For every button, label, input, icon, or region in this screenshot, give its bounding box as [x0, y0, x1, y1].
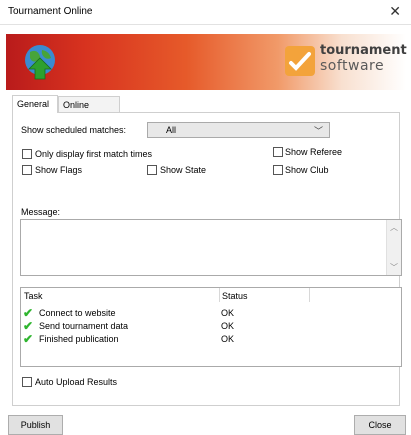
show-scheduled-label: Show scheduled matches:	[21, 125, 127, 135]
show-state-label: Show State	[160, 165, 207, 175]
show-flags-label: Show Flags	[35, 165, 83, 175]
show-club-label: Show Club	[285, 165, 329, 175]
brand-line-1: tournament	[320, 43, 407, 58]
tab-general[interactable]: General	[12, 95, 58, 113]
show-referee-label: Show Referee	[285, 147, 343, 157]
tab-online-results[interactable]: Online Results	[58, 96, 120, 126]
task-column-header: Task	[24, 291, 43, 301]
tournament-software-logo-mark	[285, 46, 315, 76]
status-column-header: Status	[222, 291, 248, 301]
message-label: Message:	[21, 207, 61, 217]
column-divider	[309, 288, 310, 302]
auto-upload-label: Auto Upload Results	[35, 377, 118, 387]
tournament-software-logo: tournament software	[284, 43, 407, 79]
task-name: Send tournament data	[39, 321, 129, 331]
table-row: ✔ Connect to website OK	[21, 306, 401, 320]
message-textarea[interactable]: ︿ ﹀	[20, 219, 402, 276]
task-status: OK	[221, 334, 235, 344]
task-status: OK	[221, 308, 235, 318]
publish-button[interactable]: Publish	[8, 415, 63, 435]
auto-upload-checkbox[interactable]	[22, 377, 32, 387]
title-bar: Tournament Online ✕	[0, 0, 411, 25]
show-state-checkbox[interactable]	[147, 165, 157, 175]
task-status: OK	[221, 321, 235, 331]
green-checkmark-icon: ✔	[23, 332, 34, 346]
window-title: Tournament Online	[8, 6, 93, 17]
close-button[interactable]: Close	[354, 415, 406, 435]
show-scheduled-select[interactable]: All ﹀	[147, 122, 330, 138]
close-icon[interactable]: ✕	[389, 3, 401, 20]
column-divider	[219, 288, 220, 302]
only-first-match-label: Only display first match times	[35, 149, 153, 159]
scroll-down-icon[interactable]: ﹀	[390, 262, 398, 273]
task-name: Connect to website	[39, 308, 116, 318]
brand-line-2: software	[320, 58, 385, 74]
show-referee-checkbox[interactable]	[273, 147, 283, 157]
message-scrollbar[interactable]: ︿ ﹀	[386, 220, 401, 275]
show-flags-checkbox[interactable]	[22, 165, 32, 175]
chevron-down-icon: ﹀	[313, 126, 323, 136]
only-first-match-checkbox[interactable]	[22, 149, 32, 159]
scroll-up-icon[interactable]: ︿	[390, 222, 398, 233]
task-status-table: Task Status ✔ Connect to website OK ✔ Se…	[20, 287, 402, 367]
table-row: ✔ Finished publication OK	[21, 332, 401, 346]
table-row: ✔ Send tournament data OK	[21, 319, 401, 333]
show-club-checkbox[interactable]	[273, 165, 283, 175]
globe-upload-icon	[25, 45, 55, 80]
show-scheduled-value: All	[166, 125, 177, 135]
header-banner: tournament software	[6, 34, 407, 90]
task-name: Finished publication	[39, 334, 119, 344]
green-checkmark-icon: ✔	[23, 319, 34, 333]
green-checkmark-icon: ✔	[23, 306, 34, 320]
